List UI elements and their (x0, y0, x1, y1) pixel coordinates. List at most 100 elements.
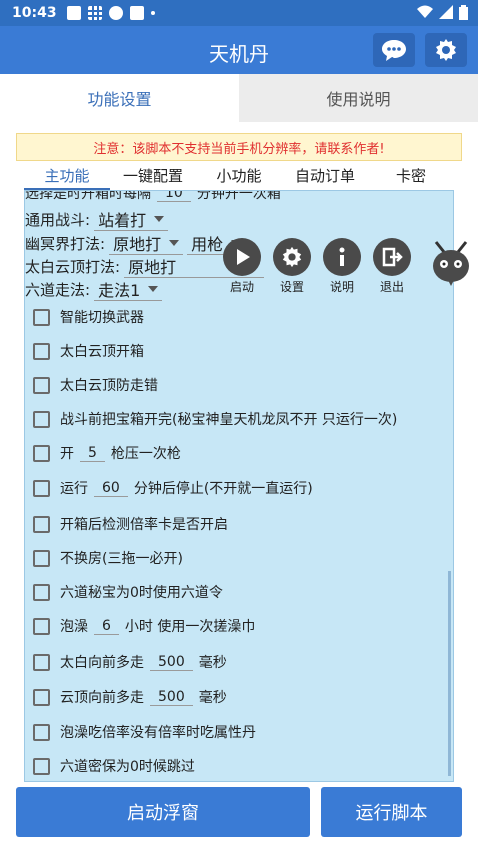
number-input[interactable]: 500 (150, 654, 193, 671)
subtab-main-function[interactable]: 主功能 (24, 164, 110, 190)
float-settings[interactable]: 设置 (273, 238, 311, 295)
checkbox[interactable] (33, 308, 50, 326)
open-box-interval-input[interactable]: 10 (157, 191, 191, 202)
open-box-interval-prefix: 选择是时开箱时每隔 (25, 190, 151, 202)
battery-icon (459, 5, 468, 20)
checkbox-label: 六道密保为0时候跳过 (60, 759, 195, 775)
gear-icon (436, 39, 456, 61)
checkbox[interactable] (33, 376, 50, 394)
app-bar: 天机丹 (0, 26, 478, 74)
checkbox-label: 毫秒 (198, 690, 227, 706)
checkbox-row[interactable]: 开 5 枪压一次枪 (33, 443, 181, 463)
grid-icon (87, 6, 102, 20)
combat-value: 站着打 (98, 210, 147, 230)
checkbox-row[interactable]: 泡澡 6 小时 使用一次搓澡巾 (33, 616, 255, 636)
app-notification-icon (129, 6, 144, 20)
youming-value: 原地打 (113, 234, 162, 254)
number-input[interactable]: 6 (94, 618, 119, 635)
checkbox-row[interactable]: 六道密保为0时候跳过 (33, 756, 195, 776)
open-box-interval-row: 选择是时开箱时每隔 10 分钟开一次箱 (25, 190, 281, 203)
checkbox[interactable] (33, 757, 50, 775)
tab-function-settings[interactable]: 功能设置 (0, 74, 239, 122)
number-input[interactable]: 5 (80, 445, 105, 462)
chevron-down-icon (148, 285, 159, 292)
checkbox[interactable] (33, 617, 50, 635)
checkbox-row[interactable]: 太白云顶防走错 (33, 375, 158, 395)
robot-mascot-icon[interactable] (430, 240, 472, 290)
checkbox-label: 六道秘宝为0时使用六道令 (60, 585, 223, 601)
notification-icon (66, 6, 81, 20)
checkbox-row[interactable]: 运行 60 分钟后停止(不开就一直运行) (33, 478, 313, 498)
chat-button[interactable] (373, 33, 415, 67)
youming-select[interactable]: 原地打 (109, 231, 184, 255)
sub-tabs: 主功能 一键配置 小功能 自动订单 卡密 (24, 164, 454, 190)
checkbox-label: 战斗前把宝箱开完(秘宝神皇天机龙凤不开 只运行一次) (60, 412, 398, 428)
taibai-value: 原地打 (128, 257, 177, 277)
gear-icon[interactable] (273, 238, 311, 276)
checkbox[interactable] (33, 342, 50, 360)
checkbox-label: 泡澡 (60, 619, 88, 635)
checkbox-row[interactable]: 战斗前把宝箱开完(秘宝神皇天机龙凤不开 只运行一次) (33, 409, 397, 429)
float-exit[interactable]: 退出 (373, 238, 411, 295)
float-info[interactable]: 说明 (323, 238, 361, 295)
number-input[interactable]: 60 (94, 480, 128, 497)
checkbox-row[interactable]: 泡澡吃倍率没有倍率时吃属性丹 (33, 722, 256, 742)
combat-select[interactable]: 站着打 (94, 207, 169, 231)
checkbox[interactable] (33, 549, 50, 567)
float-exit-label: 退出 (379, 280, 404, 294)
exit-icon[interactable] (373, 238, 411, 276)
checkbox[interactable] (33, 688, 50, 706)
info-icon[interactable] (323, 238, 361, 276)
combat-row: 通用战斗: 站着打 (25, 207, 169, 231)
float-start[interactable]: 启动 (223, 238, 261, 295)
checkbox-label: 运行 (60, 481, 88, 497)
resolution-warning: 注意：该脚本不支持当前手机分辨率，请联系作者! (16, 133, 462, 161)
checkbox[interactable] (33, 444, 50, 462)
liudao-row: 六道走法: 走法1 (25, 277, 163, 301)
checkbox[interactable] (33, 653, 50, 671)
checkbox-label: 分钟后停止(不开就一直运行) (133, 481, 313, 497)
checkbox-label: 太白云顶开箱 (60, 344, 144, 360)
run-script-button[interactable]: 运行脚本 (321, 787, 462, 837)
settings-button[interactable] (425, 33, 467, 67)
checkbox-row[interactable]: 云顶向前多走 500 毫秒 (33, 687, 227, 707)
start-floating-window-button[interactable]: 启动浮窗 (16, 787, 310, 837)
number-input[interactable]: 500 (150, 689, 193, 706)
checkbox[interactable] (33, 410, 50, 428)
tab-instructions[interactable]: 使用说明 (239, 74, 478, 122)
liudao-value: 走法1 (98, 280, 141, 300)
youming-row: 幽冥界打法: 原地打 用枪 (25, 231, 246, 255)
checkbox-row[interactable]: 开箱后检测倍率卡是否开启 (33, 514, 228, 534)
open-box-interval-suffix: 分钟开一次箱 (196, 190, 281, 202)
checkbox[interactable] (33, 723, 50, 741)
checkbox-label: 小时 使用一次搓澡巾 (124, 619, 256, 635)
checkbox-label: 不换房(三拖一必开) (60, 551, 183, 567)
liudao-select[interactable]: 走法1 (94, 277, 163, 301)
checkbox-label: 智能切换武器 (60, 310, 144, 326)
checkbox[interactable] (33, 479, 50, 497)
checkbox-label: 云顶向前多走 (60, 690, 144, 706)
subtab-small-functions[interactable]: 小功能 (196, 164, 282, 190)
play-icon[interactable] (223, 238, 261, 276)
float-info-label: 说明 (329, 280, 354, 294)
chevron-down-icon (154, 215, 165, 222)
liudao-label: 六道走法: (25, 280, 91, 299)
checkbox-row[interactable]: 六道秘宝为0时使用六道令 (33, 582, 223, 602)
checkbox-label: 开箱后检测倍率卡是否开启 (60, 517, 228, 533)
combat-label: 通用战斗: (25, 210, 91, 229)
checkbox[interactable] (33, 583, 50, 601)
sync-icon (108, 6, 123, 20)
checkbox-label: 枪压一次枪 (110, 446, 181, 462)
checkbox[interactable] (33, 515, 50, 533)
panel-scrollbar[interactable] (448, 571, 451, 776)
checkbox-row[interactable]: 太白云顶开箱 (33, 341, 144, 361)
subtab-one-click-config[interactable]: 一键配置 (110, 164, 196, 190)
subtab-auto-order[interactable]: 自动订单 (282, 164, 368, 190)
checkbox-row[interactable]: 不换房(三拖一必开) (33, 548, 183, 568)
subtab-card-key[interactable]: 卡密 (368, 164, 454, 190)
checkbox-row[interactable]: 智能切换武器 (33, 307, 144, 327)
checkbox-label: 毫秒 (198, 655, 227, 671)
taibai-label: 太白云顶打法: (25, 257, 121, 276)
checkbox-row[interactable]: 太白向前多走 500 毫秒 (33, 652, 227, 672)
more-dot-icon (150, 11, 155, 15)
